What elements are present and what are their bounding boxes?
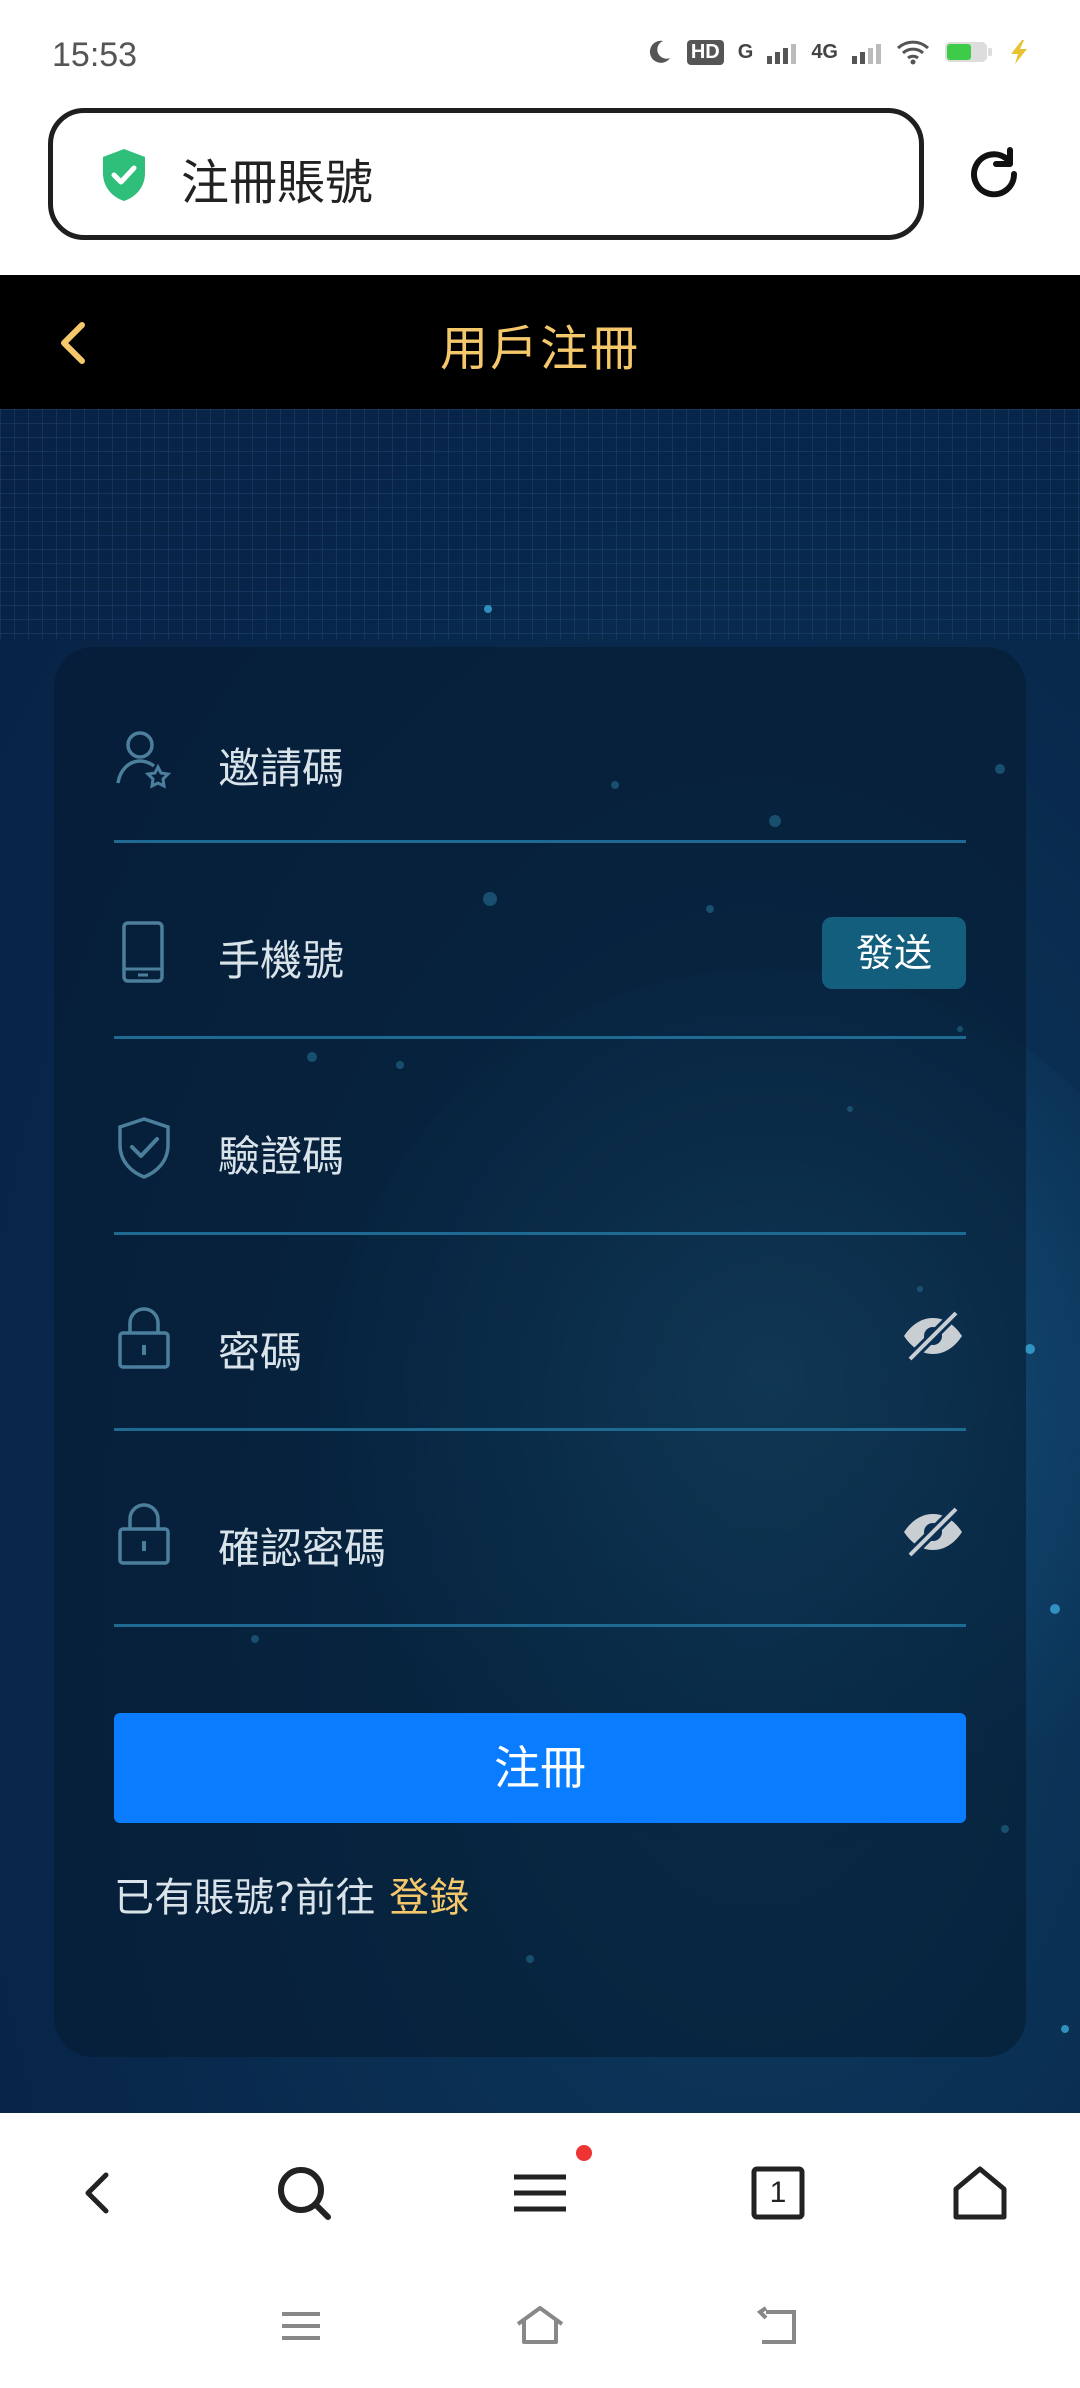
status-icons: HD G 4G [645,38,1032,66]
eye-off-icon[interactable] [900,1503,966,1561]
signal-icon-2 [852,44,881,64]
status-bar: 15:53 HD G 4G [0,0,1080,100]
shield-check-outline-icon [118,1117,170,1179]
signal-label-4g: 4G [811,40,838,63]
register-card: 邀請碼 手機號 發送 驗證碼 密碼 確認密碼 注冊 已有賬號?前往 登錄 [54,647,1026,2057]
shield-check-icon [103,149,145,201]
login-link[interactable]: 登錄 [389,1875,469,1921]
signal-icon [767,44,797,64]
system-back-icon[interactable] [756,2306,802,2346]
home-icon[interactable] [950,2163,1010,2223]
invite-code-label: 邀請碼 [218,744,345,793]
notification-dot [576,2145,592,2161]
page-title: 注冊賬號 [181,155,374,211]
reload-icon[interactable] [964,144,1024,204]
lock-icon [118,1503,170,1565]
user-star-icon [116,731,172,789]
lock-icon [118,1307,170,1369]
menu-icon[interactable] [510,2163,570,2223]
wifi-icon [896,40,930,65]
signal-label-g: G [737,40,754,63]
send-code-button[interactable]: 發送 [822,917,966,989]
hd-badge: HD [686,39,724,65]
header-title: 用戶注冊 [439,321,640,377]
system-home-icon[interactable] [514,2304,566,2346]
password-label: 密碼 [218,1328,303,1377]
verify-code-field[interactable]: 驗證碼 [114,1039,966,1235]
invite-code-field[interactable]: 邀請碼 [114,647,966,843]
phone-field[interactable]: 手機號 發送 [114,843,966,1039]
phone-icon [122,921,164,983]
charging-icon [1011,40,1027,64]
moon-icon [649,40,670,63]
confirm-password-field[interactable]: 確認密碼 [114,1431,966,1627]
login-prompt-text: 已有賬號?前往 [114,1875,376,1921]
battery-icon [945,42,992,62]
tabs-button[interactable]: 1 [748,2163,808,2223]
register-button[interactable]: 注冊 [114,1713,966,1823]
tab-count: 1 [769,2176,787,2209]
confirm-password-label: 確認密碼 [218,1524,387,1573]
system-nav-bar [0,2268,1080,2388]
status-time: 15:53 [52,36,138,74]
verify-code-label: 驗證碼 [218,1132,345,1181]
recents-icon[interactable] [280,2308,322,2344]
browser-toolbar: 1 [0,2113,1080,2268]
eye-off-icon[interactable] [900,1307,966,1365]
content-area: 邀請碼 手機號 發送 驗證碼 密碼 確認密碼 注冊 已有賬號?前往 登錄 [0,409,1080,2113]
password-field[interactable]: 密碼 [114,1235,966,1431]
login-prompt: 已有賬號?前往 登錄 [114,1865,469,1923]
address-bar[interactable]: 注冊賬號 [48,108,924,240]
phone-label: 手機號 [218,936,345,985]
back-icon[interactable] [70,2163,130,2223]
search-icon[interactable] [274,2163,334,2223]
app-header: 用戶注冊 [0,275,1080,409]
